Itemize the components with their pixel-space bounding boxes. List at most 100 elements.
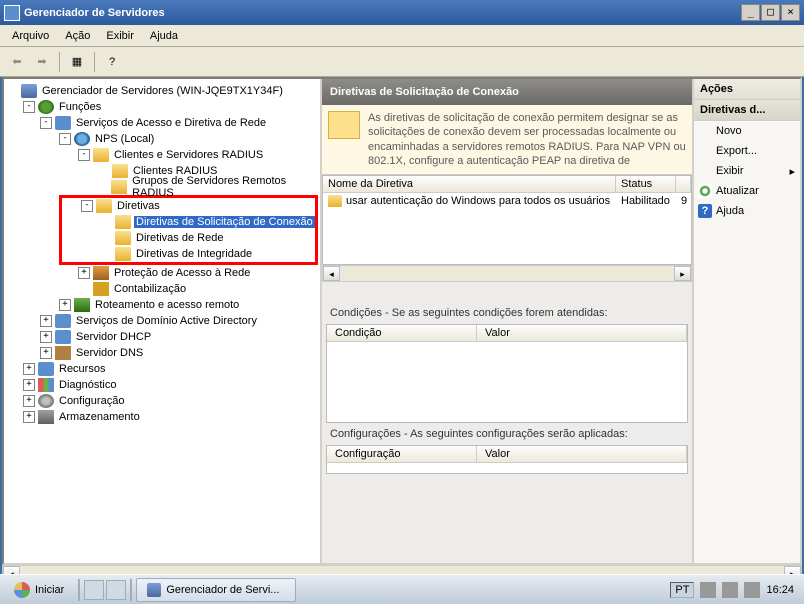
collapse-icon[interactable]: -	[59, 133, 71, 145]
menu-view[interactable]: Exibir	[98, 27, 142, 45]
action-label: Atualizar	[716, 185, 759, 197]
action-ajuda[interactable]: ? Ajuda	[694, 201, 800, 221]
folder-icon	[115, 247, 131, 261]
tree-diretivas-rede[interactable]: Diretivas de Rede	[62, 230, 315, 246]
list-hscrollbar[interactable]: ◂ ▸	[322, 265, 692, 282]
scroll-right-button[interactable]: ▸	[674, 266, 691, 281]
tree-active-directory[interactable]: + Serviços de Domínio Active Directory	[6, 313, 318, 329]
action-novo[interactable]: Novo	[694, 121, 800, 141]
menu-action[interactable]: Ação	[57, 27, 98, 45]
tree-clientes-servidores[interactable]: - Clientes e Servidores RADIUS	[6, 147, 318, 163]
tree-recursos[interactable]: + Recursos	[6, 361, 318, 377]
collapse-icon[interactable]: -	[40, 117, 52, 129]
actions-pane: Ações Diretivas d... Novo Export... Exib…	[692, 79, 800, 563]
splitter[interactable]	[322, 282, 692, 302]
nps-icon	[74, 132, 90, 146]
collapse-icon[interactable]: -	[81, 200, 93, 212]
taskbar-app-button[interactable]: Gerenciador de Servi...	[136, 578, 296, 602]
folder-icon	[93, 148, 109, 162]
expand-icon[interactable]: +	[23, 363, 35, 375]
tree-label: Diretivas de Solicitação de Conexão	[134, 216, 315, 228]
quick-launch-server[interactable]	[106, 580, 126, 600]
spacer	[97, 165, 109, 177]
col-setting[interactable]: Configuração	[327, 446, 477, 462]
expand-icon[interactable]: +	[78, 267, 90, 279]
spacer	[97, 181, 108, 193]
taskbar-divider	[130, 579, 132, 601]
action-atualizar[interactable]: Atualizar	[694, 181, 800, 201]
taskbar-app-label: Gerenciador de Servi...	[166, 584, 279, 596]
tree-configuracao[interactable]: + Configuração	[6, 393, 318, 409]
expand-icon[interactable]: +	[59, 299, 71, 311]
tree-protecao-acesso[interactable]: + Proteção de Acesso à Rede	[6, 265, 318, 281]
clock[interactable]: 16:24	[766, 584, 794, 596]
tree-diagnostico[interactable]: + Diagnóstico	[6, 377, 318, 393]
toolbar-divider	[59, 52, 60, 72]
start-label: Iniciar	[35, 584, 64, 596]
tree-label: Roteamento e acesso remoto	[93, 299, 241, 311]
conditions-table: Condição Valor	[326, 324, 688, 423]
tree-label: NPS (Local)	[93, 133, 156, 145]
col-status[interactable]: Status	[616, 176, 676, 192]
tree-diretivas-integridade[interactable]: Diretivas de Integridade	[62, 246, 315, 262]
policy-list[interactable]: Nome da Diretiva Status usar autenticaçã…	[322, 175, 692, 265]
storage-icon	[38, 410, 54, 424]
info-icon	[328, 111, 360, 139]
expand-icon[interactable]: +	[40, 331, 52, 343]
tray-icon[interactable]	[744, 582, 760, 598]
col-name[interactable]: Nome da Diretiva	[323, 176, 616, 192]
collapse-icon[interactable]: -	[23, 101, 35, 113]
menu-file[interactable]: Arquivo	[4, 27, 57, 45]
tree-pane[interactable]: Gerenciador de Servidores (WIN-JQE9TX1Y3…	[4, 79, 322, 563]
tray-icon[interactable]	[722, 582, 738, 598]
tree-diretivas-conexao[interactable]: Diretivas de Solicitação de Conexão	[62, 214, 315, 230]
action-label: Novo	[716, 125, 742, 137]
tree-nps[interactable]: - NPS (Local)	[6, 131, 318, 147]
menu-help[interactable]: Ajuda	[142, 27, 186, 45]
tree-servicos-acesso[interactable]: - Serviços de Acesso e Diretiva de Rede	[6, 115, 318, 131]
help-button[interactable]: ?	[101, 51, 123, 73]
collapse-icon[interactable]: -	[78, 149, 90, 161]
tree-grupos-radius[interactable]: Grupos de Servidores Remotos RADIUS	[6, 179, 318, 195]
close-button[interactable]: ×	[781, 4, 800, 21]
conditions-title: Condições - Se as seguintes condições fo…	[322, 302, 692, 324]
expand-icon[interactable]: +	[40, 347, 52, 359]
system-tray: PT 16:24	[664, 582, 800, 598]
start-button[interactable]: Iniciar	[4, 578, 74, 602]
spacer	[100, 216, 112, 228]
tree-diretivas[interactable]: - Diretivas	[62, 198, 315, 214]
expand-icon[interactable]: +	[40, 315, 52, 327]
tree-label: Diretivas de Rede	[134, 232, 225, 244]
tree-root[interactable]: Gerenciador de Servidores (WIN-JQE9TX1Y3…	[6, 83, 318, 99]
action-export[interactable]: Export...	[694, 141, 800, 161]
col-order[interactable]	[676, 176, 691, 192]
tree-armazenamento[interactable]: + Armazenamento	[6, 409, 318, 425]
col-condition[interactable]: Condição	[327, 325, 477, 341]
list-row[interactable]: usar autenticação do Windows para todos …	[323, 193, 691, 209]
tree-dhcp[interactable]: + Servidor DHCP	[6, 329, 318, 345]
maximize-button[interactable]: □	[761, 4, 780, 21]
expand-icon[interactable]: +	[23, 379, 35, 391]
language-indicator[interactable]: PT	[670, 582, 694, 598]
scroll-left-button[interactable]: ◂	[323, 266, 340, 281]
action-exibir[interactable]: Exibir	[694, 161, 800, 181]
expand-icon[interactable]: +	[23, 411, 35, 423]
folder-icon	[96, 199, 112, 213]
tree-dns[interactable]: + Servidor DNS	[6, 345, 318, 361]
view-mode-button[interactable]: ▦	[66, 51, 88, 73]
col-value[interactable]: Valor	[477, 446, 687, 462]
scroll-track[interactable]	[340, 266, 674, 281]
settings-table: Configuração Valor	[326, 445, 688, 474]
cell-status: Habilitado	[616, 193, 676, 209]
minimize-button[interactable]: _	[741, 4, 760, 21]
tree-funcoes[interactable]: - Funções	[6, 99, 318, 115]
quick-launch	[84, 580, 126, 600]
expand-icon[interactable]: +	[23, 395, 35, 407]
taskbar-divider	[78, 579, 80, 601]
tray-icon[interactable]	[700, 582, 716, 598]
tree-roteamento[interactable]: + Roteamento e acesso remoto	[6, 297, 318, 313]
tree-contabilizacao[interactable]: Contabilização	[6, 281, 318, 297]
details-header: Diretivas de Solicitação de Conexão	[322, 79, 692, 105]
col-value[interactable]: Valor	[477, 325, 687, 341]
quick-launch-desktop[interactable]	[84, 580, 104, 600]
